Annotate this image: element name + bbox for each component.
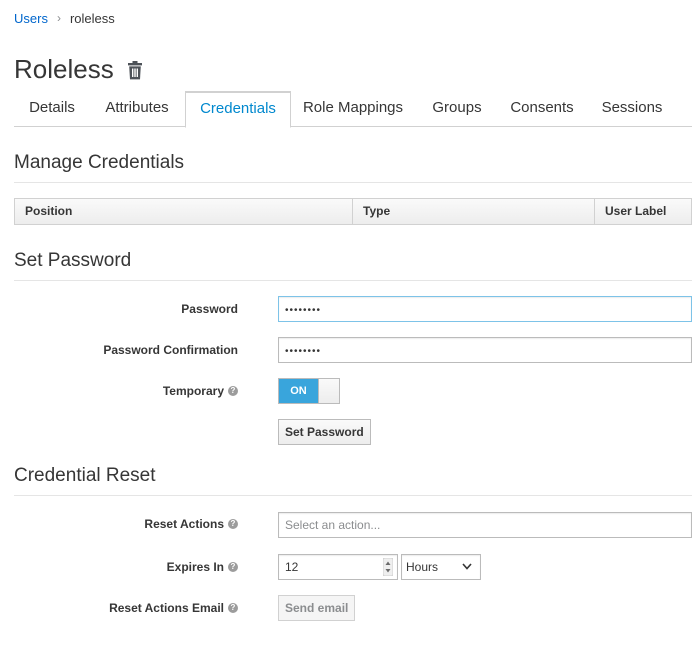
expires-in-number[interactable]: 12	[278, 554, 398, 580]
password-confirmation-value: ••••••••	[285, 346, 322, 357]
expires-in-value: 12	[285, 560, 299, 574]
reset-actions-label-text: Reset Actions	[144, 517, 224, 531]
tab-sessions[interactable]: Sessions	[595, 91, 669, 127]
expires-in-label: Expires In ?	[0, 554, 238, 580]
password-label-text: Password	[181, 302, 238, 316]
tab-groups[interactable]: Groups	[423, 91, 491, 127]
temporary-label: Temporary ?	[0, 378, 238, 404]
expires-unit-value: Hours	[406, 560, 439, 574]
toggle-knob[interactable]	[318, 379, 339, 403]
tab-details[interactable]: Details	[14, 91, 90, 127]
trash-icon[interactable]	[127, 60, 143, 81]
reset-actions-email-label-text: Reset Actions Email	[109, 601, 224, 615]
password-confirmation-field[interactable]: ••••••••	[278, 337, 692, 363]
password-confirmation-label: Password Confirmation	[0, 337, 238, 363]
toggle-on-label: ON	[279, 379, 318, 403]
tab-consents[interactable]: Consents	[502, 91, 582, 127]
column-user-label[interactable]: User Label	[595, 199, 692, 224]
expires-in-label-text: Expires In	[166, 560, 224, 574]
reset-actions-placeholder: Select an action...	[285, 518, 381, 532]
tab-bar: Details Attributes Credentials Role Mapp…	[14, 91, 692, 128]
credentials-table-header: Position Type User Label	[14, 198, 692, 225]
set-password-heading: Set Password	[14, 250, 692, 281]
page-header: Roleless	[14, 52, 143, 86]
send-email-button[interactable]: Send email	[278, 595, 356, 621]
breadcrumb-current: roleless	[69, 10, 115, 26]
reset-actions-email-label: Reset Actions Email ?	[0, 595, 238, 621]
tab-credentials[interactable]: Credentials	[185, 91, 291, 128]
manage-credentials-heading: Manage Credentials	[14, 152, 692, 183]
expires-unit-select[interactable]: Hours	[401, 554, 481, 580]
page-title: Roleless	[14, 53, 114, 84]
breadcrumb-separator-icon: ›	[56, 11, 61, 25]
chevron-down-icon	[462, 563, 472, 570]
credential-reset-heading: Credential Reset	[14, 465, 692, 496]
breadcrumb: Users › roleless	[14, 9, 115, 27]
set-password-button[interactable]: Set Password	[278, 419, 371, 445]
breadcrumb-users-link[interactable]: Users	[14, 11, 48, 26]
spinner-arrows-icon[interactable]	[383, 558, 393, 576]
password-value: ••••••••	[285, 305, 322, 316]
column-position[interactable]: Position	[15, 199, 353, 224]
tab-role-mappings[interactable]: Role Mappings	[295, 91, 411, 127]
password-field[interactable]: ••••••••	[278, 296, 692, 322]
question-circle-icon[interactable]: ?	[228, 562, 238, 572]
column-type[interactable]: Type	[353, 199, 595, 224]
temporary-label-text: Temporary	[162, 384, 224, 398]
reset-actions-select[interactable]: Select an action...	[278, 512, 692, 538]
reset-actions-label: Reset Actions ?	[0, 511, 238, 537]
password-label: Password	[0, 296, 238, 322]
password-confirmation-label-text: Password Confirmation	[103, 343, 238, 357]
temporary-toggle[interactable]: ON	[278, 378, 340, 404]
tab-attributes[interactable]: Attributes	[94, 91, 180, 127]
question-circle-icon[interactable]: ?	[228, 386, 238, 396]
question-circle-icon[interactable]: ?	[228, 603, 238, 613]
question-circle-icon[interactable]: ?	[228, 519, 238, 529]
